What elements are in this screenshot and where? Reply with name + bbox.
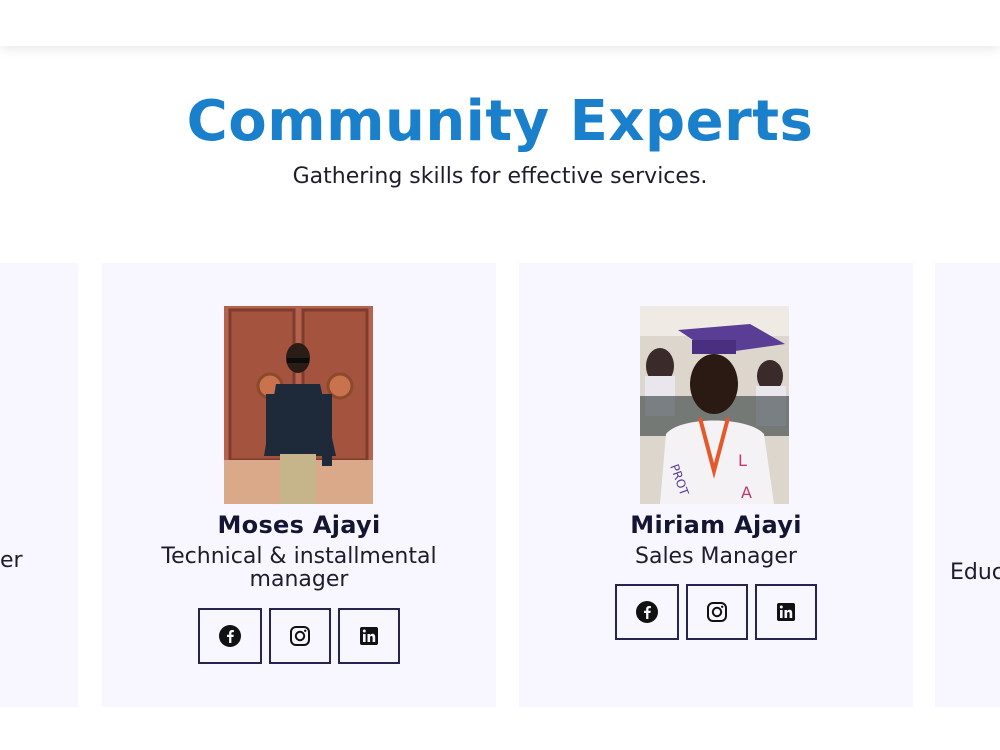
expert-role: Sales Manager (635, 544, 797, 569)
instagram-icon (707, 602, 727, 622)
community-experts-section: Community Experts Gathering skills for e… (0, 46, 1000, 750)
portrait-photo-moses (224, 306, 373, 504)
facebook-icon (636, 601, 658, 623)
linkedin-icon (360, 627, 378, 645)
social-links (102, 608, 496, 664)
expert-card: Moses Ajayi Technical & installmental ma… (102, 263, 496, 707)
instagram-icon (290, 626, 310, 646)
facebook-icon (219, 625, 241, 647)
top-navbar (0, 0, 1000, 46)
section-title: Community Experts (186, 89, 814, 154)
instagram-button[interactable] (686, 584, 748, 640)
svg-text:A: A (741, 483, 752, 502)
expert-card: PROT L A Miriam Ajayi Sales Manager (519, 263, 913, 707)
linkedin-button[interactable] (755, 584, 817, 640)
linkedin-button[interactable] (338, 608, 400, 664)
expert-name: Moses Ajayi (217, 511, 381, 539)
svg-text:L: L (738, 451, 747, 470)
facebook-button[interactable] (198, 608, 262, 664)
expert-role: Technical & installmental manager (161, 544, 437, 592)
partial-role-text: er (0, 548, 23, 573)
social-links (519, 584, 913, 640)
expert-card-partial-left: er (0, 263, 78, 707)
portrait-photo-miriam: PROT L A (640, 306, 789, 504)
expert-name: Miriam Ajayi (630, 511, 802, 539)
expert-photo (224, 306, 373, 504)
partial-role-text: Educ (950, 560, 1000, 585)
facebook-button[interactable] (615, 584, 679, 640)
section-subtitle: Gathering skills for effective services. (292, 164, 708, 189)
instagram-button[interactable] (269, 608, 331, 664)
expert-photo: PROT L A (640, 306, 789, 504)
linkedin-icon (777, 603, 795, 621)
expert-card-partial-right: Educ (935, 263, 1000, 707)
